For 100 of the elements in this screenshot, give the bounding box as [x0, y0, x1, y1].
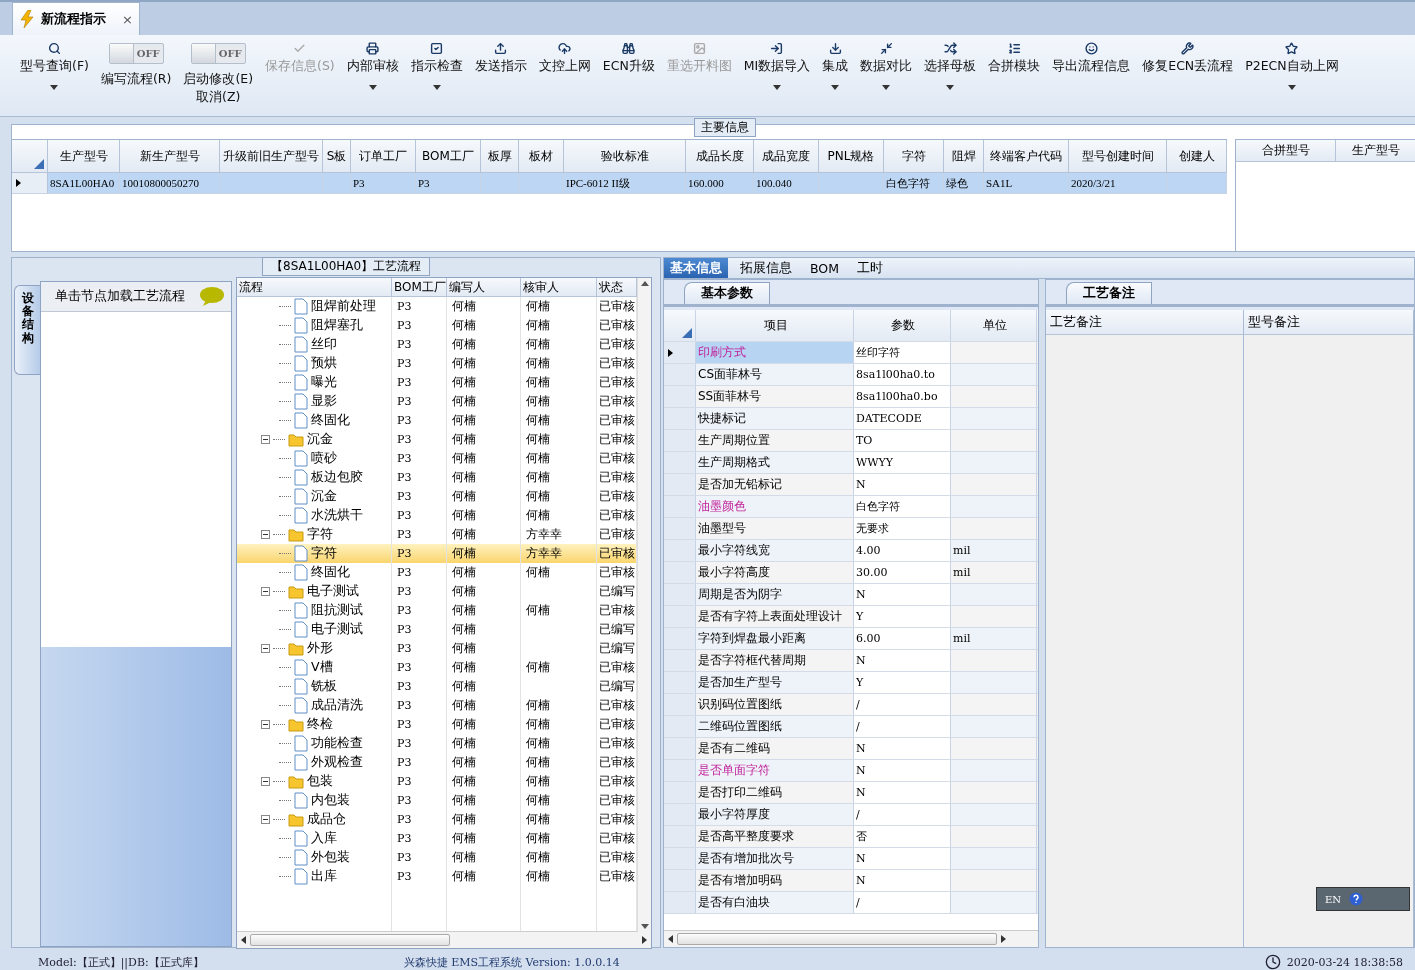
column-header[interactable]: 工艺备注 [1046, 310, 1243, 335]
toolbar-button[interactable]: 数据对比 [854, 37, 919, 116]
table-row[interactable]: 8SA1L00HA0 10010800050270 P3 P3 IPC-6012 II级 160.000 100.040 白色字符 绿色 SA1L 2020/3/21 [12, 173, 1227, 194]
collapse-icon[interactable] [261, 644, 270, 653]
grid-row[interactable]: 生产周期格式 WWYY [664, 452, 1038, 474]
tree-row[interactable]: 曝光 P3 何楠 何楠 已审核 [237, 373, 637, 392]
tree-row[interactable]: 终固化 P3 何楠 何楠 已审核 [237, 411, 637, 430]
toolbar-button[interactable]: P2ECN自动上网 [1239, 37, 1345, 116]
toolbar-button[interactable]: 导出流程信息 [1046, 37, 1137, 116]
tree-row[interactable]: 包装 P3 何楠 何楠 已审核 [237, 772, 637, 791]
grid-row[interactable]: 快捷标记 DATECODE [664, 408, 1038, 430]
scroll-right-icon[interactable] [1001, 935, 1006, 943]
grid-row[interactable]: 是否加生产型号 Y [664, 672, 1038, 694]
tab[interactable]: 拓展信息 [734, 258, 798, 278]
scroll-left-icon[interactable] [241, 936, 246, 944]
grid-row[interactable]: 是否有白油块 / [664, 892, 1038, 914]
grid-row[interactable]: CS面菲林号 8sa1l00ha0.to [664, 364, 1038, 386]
column-header[interactable]: BOM工厂 [416, 140, 481, 173]
tree-row[interactable]: 外包装 P3 何楠 何楠 已审核 [237, 848, 637, 867]
grid-row[interactable]: 生产周期位置 TO [664, 430, 1038, 452]
column-header[interactable]: 成品长度 [686, 140, 754, 173]
scroll-down-icon[interactable] [640, 924, 649, 929]
tree-row[interactable]: 外观检查 P3 何楠 何楠 已审核 [237, 753, 637, 772]
toolbar-button[interactable]: 合拼模块 [982, 37, 1047, 116]
tree-row[interactable]: 电子测试 P3 何楠 已编写 [237, 620, 637, 639]
grid-row[interactable]: SS面菲林号 8sa1l00ha0.bo [664, 386, 1038, 408]
column-header[interactable]: 创建人 [1167, 140, 1227, 173]
toolbar-button[interactable]: 修复ECN丢流程 [1136, 37, 1240, 116]
scroll-left-icon[interactable] [668, 935, 673, 943]
column-header[interactable]: 成品宽度 [754, 140, 819, 173]
tab[interactable]: BOM [804, 258, 845, 278]
toolbar-button[interactable]: 内部审核 [340, 37, 405, 116]
tree-row[interactable]: 成品清洗 P3 何楠 何楠 已审核 [237, 696, 637, 715]
column-header[interactable]: 合拼型号 [1236, 140, 1336, 162]
column-header[interactable]: 生产型号 [1336, 140, 1415, 162]
grid-row[interactable]: 是否高平整度要求 否 [664, 826, 1038, 848]
collapse-icon[interactable] [261, 530, 270, 539]
grid-row[interactable]: 二维码位置图纸 / [664, 716, 1038, 738]
column-header[interactable]: 编写人 [447, 278, 521, 297]
document-tab[interactable]: 新流程指示 × [12, 2, 140, 35]
row-header[interactable] [664, 342, 696, 363]
tree-row[interactable]: 板边包胶 P3 何楠 何楠 已审核 [237, 468, 637, 487]
tree-row[interactable]: 阻焊前处理 P3 何楠 何楠 已审核 [237, 297, 637, 316]
tree-row[interactable]: 成品仓 P3 何楠 何楠 已审核 [237, 810, 637, 829]
column-header[interactable]: S板 [323, 140, 351, 173]
scroll-right-icon[interactable] [642, 936, 647, 944]
column-header[interactable]: PNL规格 [819, 140, 884, 173]
tab[interactable]: 工时 [851, 258, 889, 278]
toggle-switch[interactable]: OFF [190, 43, 246, 64]
tree-row[interactable]: 内包装 P3 何楠 何楠 已审核 [237, 791, 637, 810]
scrollbar[interactable] [237, 931, 651, 948]
tree-row[interactable]: 铣板 P3 何楠 已编写 [237, 677, 637, 696]
tree-row[interactable]: 入库 P3 何楠 何楠 已审核 [237, 829, 637, 848]
collapse-icon[interactable] [261, 815, 270, 824]
column-header[interactable]: 流程 [237, 278, 392, 297]
tree-row[interactable]: 字符 P3 何楠 方幸幸 已审核 [237, 544, 637, 563]
tree-row[interactable]: 沉金 P3 何楠 何楠 已审核 [237, 487, 637, 506]
tree-row[interactable]: 预烘 P3 何楠 何楠 已审核 [237, 354, 637, 373]
column-header[interactable]: 项目 [696, 310, 854, 341]
tree-row[interactable]: 出库 P3 何楠 何楠 已审核 [237, 867, 637, 886]
tree-row[interactable]: 外形 P3 何楠 已编写 [237, 639, 637, 658]
scroll-up-icon[interactable] [640, 281, 649, 286]
grid-row[interactable]: 识别码位置图纸 / [664, 694, 1038, 716]
grid-row[interactable]: 是否加无铅标记 N [664, 474, 1038, 496]
tree-row[interactable]: 阻抗测试 P3 何楠 何楠 已审核 [237, 601, 637, 620]
tree-row[interactable]: 终检 P3 何楠 何楠 已审核 [237, 715, 637, 734]
grid-row[interactable]: 是否有增加批次号 N [664, 848, 1038, 870]
tree-row[interactable]: 终固化 P3 何楠 何楠 已审核 [237, 563, 637, 582]
column-header[interactable]: 验收标准 [564, 140, 686, 173]
column-header[interactable]: 字符 [884, 140, 944, 173]
grid-row[interactable]: 是否打印二维码 N [664, 782, 1038, 804]
toggle-switch[interactable]: OFF [108, 43, 164, 64]
column-header[interactable]: 型号备注 [1244, 310, 1413, 335]
collapse-icon[interactable] [261, 777, 270, 786]
toolbar-button[interactable]: ECN升级 [596, 37, 661, 116]
column-header[interactable]: 板材 [519, 140, 564, 173]
sub-tab[interactable]: 工艺备注 [1066, 282, 1152, 304]
toolbar-button[interactable]: 指示检查 [404, 37, 469, 116]
grid-row[interactable]: 最小字符线宽 4.00 mil [664, 540, 1038, 562]
toolbar-button[interactable]: 集成 [816, 37, 855, 116]
toolbar-button[interactable]: 型号查询(F) [14, 37, 95, 116]
column-header[interactable]: 单位 [951, 310, 1037, 341]
grid-row[interactable]: 油墨型号 无要求 [664, 518, 1038, 540]
collapse-icon[interactable] [261, 720, 270, 729]
grid-row[interactable]: 是否单面字符 N [664, 760, 1038, 782]
tree-row[interactable]: 沉金 P3 何楠 何楠 已审核 [237, 430, 637, 449]
close-button[interactable]: × [122, 11, 133, 27]
tab[interactable]: 基本信息 [664, 258, 728, 278]
ime-toolbar[interactable]: EN [1316, 887, 1410, 911]
column-header[interactable]: BOM工厂 [392, 278, 447, 297]
column-header[interactable]: 参数 [854, 310, 951, 341]
tree-row[interactable]: 显影 P3 何楠 何楠 已审核 [237, 392, 637, 411]
side-tab[interactable]: 设备结构 [14, 285, 40, 375]
tree-row[interactable]: 功能检查 P3 何楠 何楠 已审核 [237, 734, 637, 753]
grid-row[interactable]: 最小字符厚度 / [664, 804, 1038, 826]
column-header[interactable]: 终端客户代码 [984, 140, 1069, 173]
grid-row[interactable]: 印刷方式 丝印字符 [664, 342, 1038, 364]
grid-row[interactable]: 周期是否为阴字 N [664, 584, 1038, 606]
grid-row[interactable]: 字符到焊盘最小距离 6.00 mil [664, 628, 1038, 650]
toolbar-button[interactable]: 选择母板 [918, 37, 983, 116]
